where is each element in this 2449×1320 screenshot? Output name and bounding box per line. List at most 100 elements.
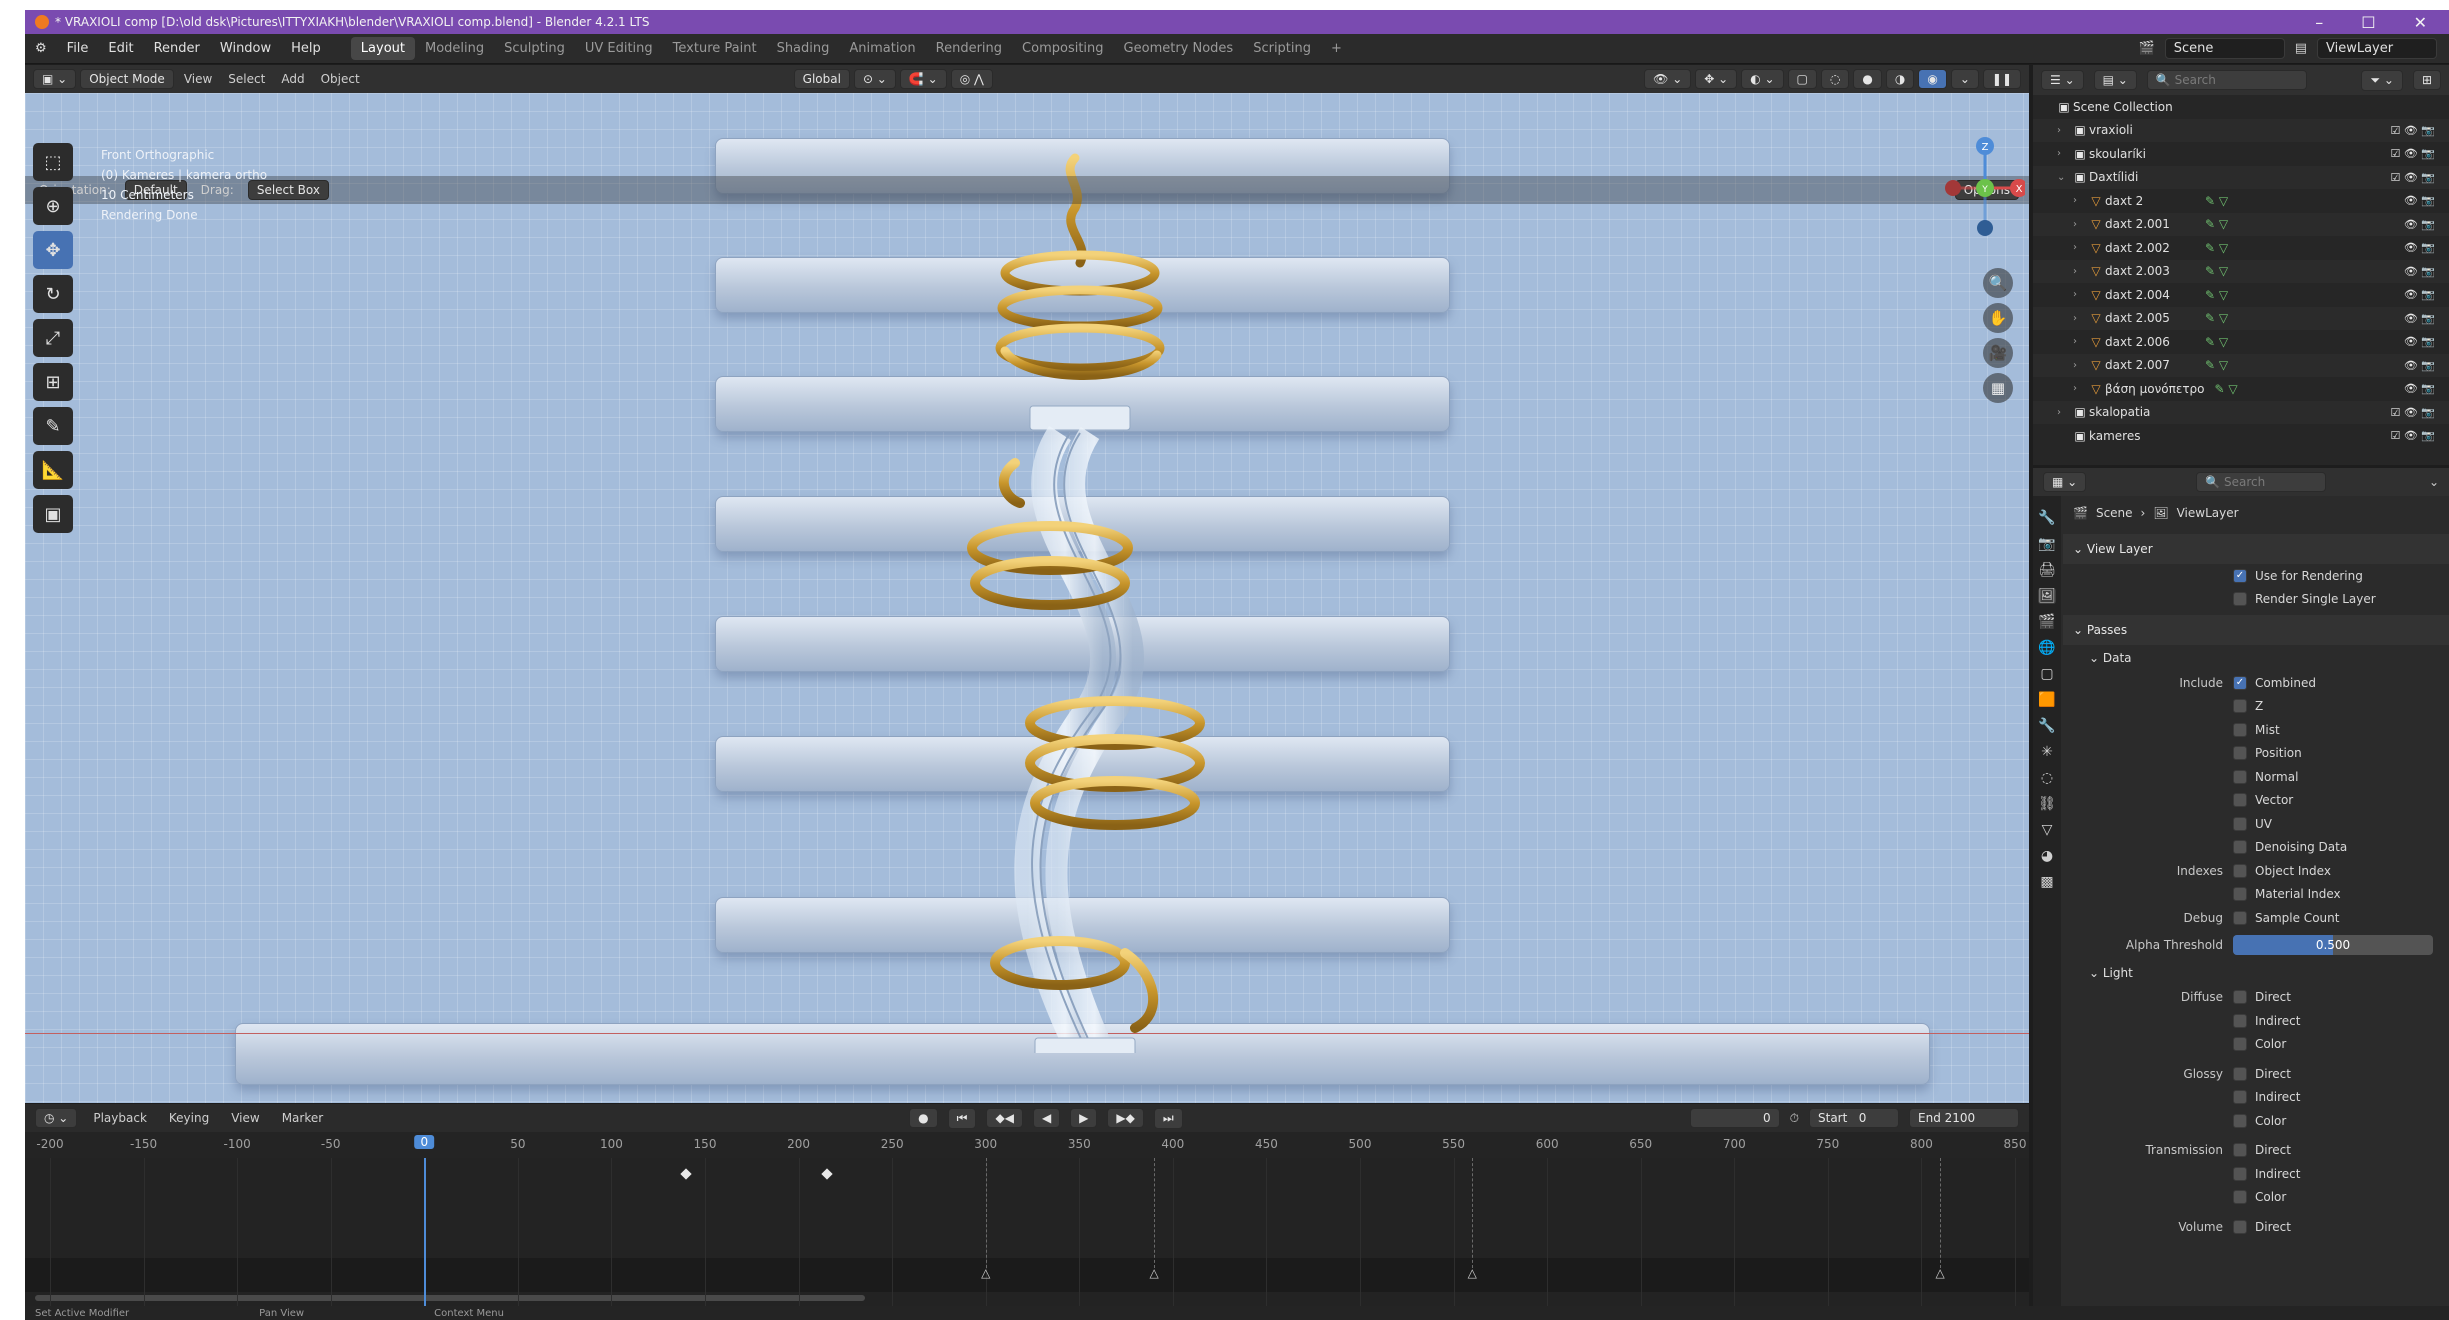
light-pass-row[interactable]: Indirect — [2063, 1009, 2449, 1033]
tab-scripting[interactable]: Scripting — [1243, 37, 1321, 60]
render-single-layer-checkbox[interactable] — [2233, 592, 2247, 607]
view-layer-tab-icon[interactable]: 🖼 — [2038, 588, 2056, 604]
visibility-toggles[interactable]: 👁 📷 — [2404, 218, 2435, 231]
use-for-rendering-row[interactable]: ✓ Use for Rendering — [2063, 564, 2449, 588]
light-pass-checkbox[interactable] — [2233, 1143, 2247, 1158]
add-workspace-button[interactable]: + — [1321, 37, 1352, 60]
outliner-row[interactable]: › ▽ βάση μονόπετρο ✎ ▽ 👁 📷 — [2033, 377, 2449, 401]
outliner-item-name[interactable]: daxt 2.001 — [2105, 217, 2195, 231]
proportional-edit-button[interactable]: ◎ ⋀ — [950, 69, 993, 89]
outliner-item-name[interactable]: Scene Collection — [2073, 100, 2173, 114]
visibility-button[interactable]: 👁 ⌄ — [1644, 69, 1692, 89]
outliner-row[interactable]: ▣ kameres ☑ 👁 📷 — [2033, 424, 2449, 448]
expand-arrow-icon[interactable]: › — [2073, 289, 2087, 300]
pan-hand-icon[interactable]: ✋ — [1983, 303, 2013, 333]
outliner-row[interactable]: ▣ Scene Collection — [2033, 95, 2449, 119]
pass-checkbox[interactable] — [2233, 769, 2247, 784]
transform-tool-icon[interactable]: ⊞ — [33, 363, 73, 401]
outliner-row[interactable]: › ▽ daxt 2.004 ✎ ▽ 👁 📷 — [2033, 283, 2449, 307]
shading-solid-button[interactable]: ● — [1853, 69, 1882, 89]
scene-tab-icon[interactable]: 🎬 — [2038, 614, 2055, 630]
shading-material-button[interactable]: ◑ — [1885, 69, 1915, 89]
view-layer-section-header[interactable]: ⌄ View Layer — [2063, 534, 2449, 564]
outliner-item-name[interactable]: daxt 2.007 — [2105, 358, 2195, 372]
outliner-row[interactable]: › ▽ daxt 2.005 ✎ ▽ 👁 📷 — [2033, 306, 2449, 330]
light-pass-checkbox[interactable] — [2233, 990, 2247, 1005]
navigation-gizmo[interactable]: Z X Y 🔍 ✋ 🎥 ▦ — [1945, 128, 2028, 408]
menu-edit[interactable]: Edit — [98, 41, 143, 56]
keyframe[interactable] — [680, 1168, 692, 1180]
material-index-checkbox[interactable] — [2233, 887, 2247, 902]
keyframe[interactable] — [820, 1168, 833, 1180]
outliner-search-input[interactable]: 🔍 Search — [2146, 70, 2307, 90]
scale-tool-icon[interactable]: ⤢ — [33, 319, 73, 357]
tab-animation[interactable]: Animation — [839, 37, 925, 60]
particles-tab-icon[interactable]: ✳ — [2041, 744, 2053, 760]
object-index-row[interactable]: Indexes Object Index — [2063, 859, 2449, 883]
shading-wireframe-button[interactable]: ◌ — [1820, 69, 1850, 89]
cursor-tool-icon[interactable]: ⊕ — [33, 187, 73, 225]
outliner-row[interactable]: › ▽ daxt 2.002 ✎ ▽ 👁 📷 — [2033, 236, 2449, 260]
expand-arrow-icon[interactable]: › — [2057, 407, 2071, 418]
light-pass-row[interactable]: Diffuse Direct — [2063, 986, 2449, 1010]
object-index-checkbox[interactable] — [2233, 863, 2247, 878]
render-tab-icon[interactable]: 📷 — [2038, 536, 2055, 552]
outliner-row[interactable]: › ▣ skalopatia ☑ 👁 📷 — [2033, 400, 2449, 424]
menu-select[interactable]: Select — [222, 72, 271, 86]
jump-end-button[interactable]: ⏭ — [1153, 1107, 1183, 1129]
camera-view-icon[interactable]: 🎥 — [1983, 338, 2013, 368]
outliner-item-name[interactable]: Daxtílidi — [2089, 170, 2179, 184]
visibility-toggles[interactable]: 👁 📷 — [2404, 335, 2435, 348]
tab-geometry-nodes[interactable]: Geometry Nodes — [1114, 37, 1244, 60]
maximize-button[interactable]: ☐ — [2361, 13, 2375, 32]
menu-add[interactable]: Add — [275, 72, 310, 86]
timeline-ruler[interactable]: -200 -150 -100 -50 0 50 100 150 200 250 300 350 400 4… — [25, 1132, 2029, 1158]
menu-object[interactable]: Object — [315, 72, 366, 86]
light-pass-row[interactable]: Indirect — [2063, 1086, 2449, 1110]
expand-arrow-icon[interactable]: › — [2073, 242, 2087, 253]
shading-options-button[interactable]: ⌄ — [1950, 69, 1979, 89]
filter-icon[interactable]: ⏷ ⌄ — [2361, 69, 2403, 91]
sample-count-checkbox[interactable] — [2233, 910, 2247, 925]
light-subsection-header[interactable]: ⌄ Light — [2063, 960, 2449, 986]
light-pass-checkbox[interactable] — [2233, 1219, 2247, 1234]
3d-viewport[interactable]: Orientation: Default Drag: Select Box Op… — [25, 93, 2029, 1103]
pass-row[interactable]: UV — [2063, 812, 2449, 836]
outliner-editor-type-button[interactable]: ☰ ⌄ — [2041, 70, 2084, 90]
visibility-toggles[interactable]: 👁 📷 — [2404, 312, 2435, 325]
outliner-item-name[interactable]: skalopatia — [2089, 405, 2179, 419]
pass-checkbox[interactable] — [2233, 793, 2247, 808]
menu-timeline-view[interactable]: View — [225, 1111, 265, 1125]
outliner-item-name[interactable]: daxt 2.002 — [2105, 241, 2195, 255]
light-pass-checkbox[interactable] — [2233, 1090, 2247, 1105]
menu-playback[interactable]: Playback — [87, 1111, 153, 1125]
axis-gizmo-icon[interactable]: Z X Y — [1945, 128, 2028, 248]
modifier-tab-icon[interactable]: 🔧 — [2038, 718, 2055, 734]
menu-window[interactable]: Window — [210, 41, 281, 56]
constraints-tab-icon[interactable]: ⛓ — [2038, 796, 2056, 812]
shading-rendered-button[interactable]: ◉ — [1918, 69, 1947, 89]
pass-checkbox[interactable] — [2233, 722, 2247, 737]
play-button[interactable]: ▶ — [1070, 1108, 1098, 1128]
light-pass-row[interactable]: Glossy Direct — [2063, 1062, 2449, 1086]
mode-selector[interactable]: Object Mode — [80, 69, 174, 89]
gizmo-toggle-button[interactable]: ✥ ⌄ — [1695, 69, 1738, 89]
outliner-row[interactable]: › ▽ daxt 2 ✎ ▽ 👁 📷 — [2033, 189, 2449, 213]
light-pass-checkbox[interactable] — [2233, 1013, 2247, 1028]
outliner-item-name[interactable]: vraxioli — [2089, 123, 2179, 137]
light-pass-checkbox[interactable] — [2233, 1066, 2247, 1081]
light-pass-row[interactable]: Transmission Direct — [2063, 1139, 2449, 1163]
tab-shading[interactable]: Shading — [767, 37, 840, 60]
visibility-toggles[interactable]: 👁 📷 — [2404, 194, 2435, 207]
outliner-row[interactable]: ⌄ ▣ Daxtílidi ☑ 👁 📷 — [2033, 165, 2449, 189]
timeline-editor-type-button[interactable]: ◷ ⌄ — [35, 1108, 78, 1128]
render-single-layer-row[interactable]: Render Single Layer — [2063, 588, 2449, 612]
pass-checkbox[interactable] — [2233, 699, 2247, 714]
pass-row[interactable]: Denoising Data — [2063, 836, 2449, 860]
light-pass-checkbox[interactable] — [2233, 1113, 2247, 1128]
outliner-item-name[interactable]: kameres — [2089, 429, 2179, 443]
visibility-toggles[interactable]: 👁 📷 — [2404, 359, 2435, 372]
menu-render[interactable]: Render — [144, 41, 210, 56]
outliner-item-name[interactable]: daxt 2.006 — [2105, 335, 2195, 349]
prev-keyframe-button[interactable]: ◆◀ — [986, 1108, 1023, 1128]
